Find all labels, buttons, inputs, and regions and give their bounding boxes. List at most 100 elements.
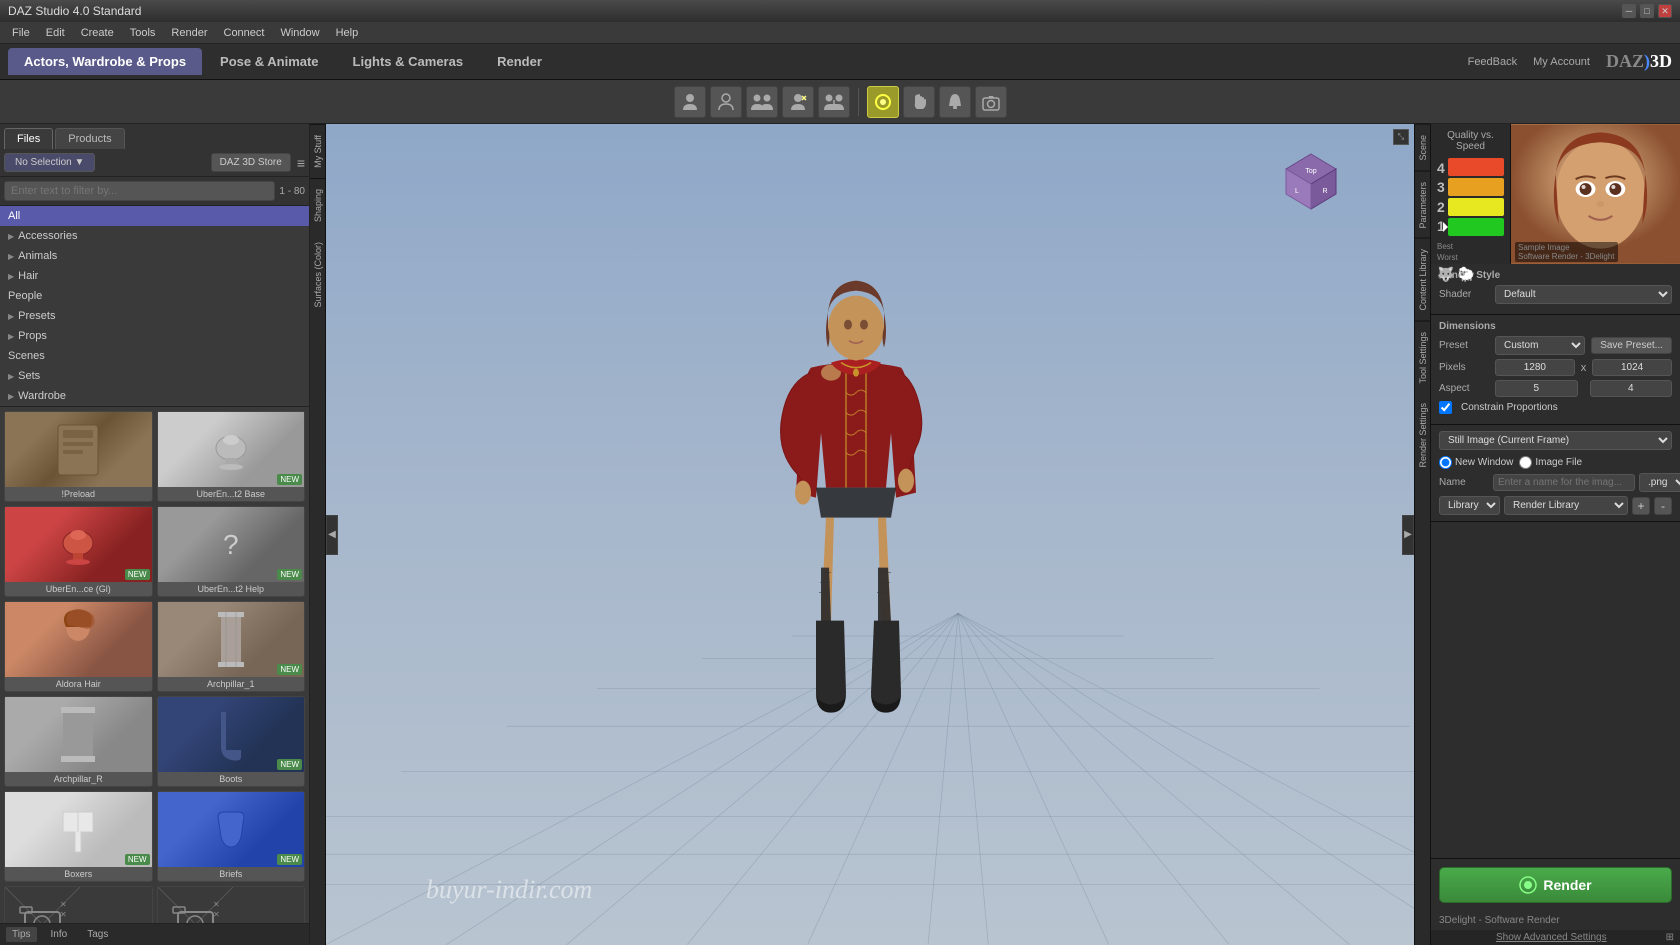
side-tab-tool-settings[interactable]: Tool Settings <box>1415 321 1430 394</box>
menu-tools[interactable]: Tools <box>122 25 164 41</box>
shader-label: Shader <box>1439 289 1489 300</box>
expand-icon[interactable]: ⊞ <box>1666 932 1674 943</box>
file-item-camera2[interactable]: ✕ ✕ NEW Camera2 <box>157 886 306 923</box>
file-item-uberce[interactable]: NEW UberEn...ce (Gl) <box>4 506 153 597</box>
file-item-camera1[interactable]: ✕ ✕ NEW Camera1 <box>4 886 153 923</box>
shaping-tab-shaping[interactable]: Shaping <box>310 178 325 232</box>
toolbar-camera-btn[interactable] <box>975 86 1007 118</box>
svg-text:✕: ✕ <box>60 900 67 909</box>
toolbar-btn-2[interactable] <box>746 86 778 118</box>
viewport-cube[interactable]: Top R L <box>1279 149 1344 217</box>
category-hair[interactable]: ▶ Hair <box>0 266 309 286</box>
file-item-briefs[interactable]: NEW Briefs <box>157 791 306 882</box>
file-label-boots: Boots <box>158 772 305 786</box>
selection-dropdown[interactable]: No Selection ▼ <box>4 153 95 172</box>
category-sets[interactable]: ▶ Sets <box>0 366 309 386</box>
category-props[interactable]: ▶ Props <box>0 326 309 346</box>
tab-products[interactable]: Products <box>55 128 124 149</box>
file-item-boots[interactable]: NEW Boots <box>157 696 306 787</box>
aspect-height-input[interactable]: 4 <box>1590 380 1673 397</box>
tab-tags[interactable]: Tags <box>81 927 114 942</box>
side-tab-parameters[interactable]: Parameters <box>1415 171 1430 239</box>
file-item-boxers[interactable]: NEW Boxers <box>4 791 153 882</box>
add-library-button[interactable]: + <box>1632 497 1650 515</box>
props-arrow: ▶ <box>8 332 14 341</box>
image-file-radio[interactable] <box>1519 456 1532 469</box>
my-account-link[interactable]: My Account <box>1533 56 1590 68</box>
toolbar-btn-1[interactable] <box>710 86 742 118</box>
x-separator: x <box>1581 362 1587 374</box>
tab-files[interactable]: Files <box>4 128 53 149</box>
more-options-icon[interactable]: ≡ <box>297 155 305 171</box>
svg-text:L: L <box>1295 188 1299 195</box>
tab-info[interactable]: Info <box>45 927 74 942</box>
viewport-collapse-right[interactable]: ▶ <box>1402 515 1414 555</box>
menu-window[interactable]: Window <box>272 25 327 41</box>
tab-actors[interactable]: Actors, Wardrobe & Props <box>8 48 202 75</box>
file-item-archpillarr[interactable]: Archpillar_R <box>4 696 153 787</box>
toolbar-btn-0[interactable] <box>674 86 706 118</box>
filter-input[interactable] <box>4 181 275 201</box>
file-item-archpillar1[interactable]: NEW Archpillar_1 <box>157 601 306 692</box>
new-window-radio-option[interactable]: New Window <box>1439 456 1513 469</box>
constrain-checkbox[interactable] <box>1439 401 1452 414</box>
format-select[interactable]: .png .jpg .tiff <box>1639 473 1680 492</box>
tab-tips[interactable]: Tips <box>6 927 37 942</box>
preset-select[interactable]: Custom 1280x1024 1920x1080 <box>1495 336 1585 355</box>
save-preset-button[interactable]: Save Preset... <box>1591 337 1672 354</box>
close-button[interactable]: ✕ <box>1658 4 1672 18</box>
toolbar-btn-4[interactable] <box>818 86 850 118</box>
show-advanced-link[interactable]: Show Advanced Settings <box>1496 932 1607 943</box>
category-accessories[interactable]: ▶ Accessories <box>0 226 309 246</box>
toolbar-hand-btn[interactable] <box>903 86 935 118</box>
tab-pose[interactable]: Pose & Animate <box>204 48 335 75</box>
viewport-expand[interactable]: ⤡ <box>1393 129 1409 145</box>
file-item-preload[interactable]: !Preload <box>4 411 153 502</box>
viewport[interactable]: buyur-indir.com Top R L ◀ ▶ <box>326 124 1414 945</box>
viewport-collapse-left[interactable]: ◀ <box>326 515 338 555</box>
shader-select[interactable]: Default <box>1495 285 1672 304</box>
toolbar-btn-3[interactable] <box>782 86 814 118</box>
side-tab-scene[interactable]: Scene <box>1415 124 1430 171</box>
menu-render[interactable]: Render <box>163 25 215 41</box>
library-select[interactable]: Library <box>1439 496 1500 515</box>
remove-library-button[interactable]: - <box>1654 497 1672 515</box>
category-presets[interactable]: ▶ Presets <box>0 306 309 326</box>
menu-help[interactable]: Help <box>328 25 367 41</box>
render-library-select[interactable]: Render Library <box>1504 496 1628 515</box>
tab-lights[interactable]: Lights & Cameras <box>337 48 480 75</box>
shaping-tab-mystuff[interactable]: My Stuff <box>310 124 325 178</box>
file-item-uberhelp[interactable]: ? NEW UberEn...t2 Help <box>157 506 306 597</box>
toolbar-active-btn[interactable] <box>867 86 899 118</box>
menu-edit[interactable]: Edit <box>38 25 73 41</box>
side-tab-content-library[interactable]: Content Library <box>1415 238 1430 321</box>
category-animals[interactable]: ▶ Animals <box>0 246 309 266</box>
file-item-aldora[interactable]: Aldora Hair <box>4 601 153 692</box>
maximize-button[interactable]: □ <box>1640 4 1654 18</box>
name-input[interactable] <box>1493 474 1635 491</box>
pixel-width-input[interactable]: 1280 <box>1495 359 1575 376</box>
sample-image-label: Sample Image <box>1518 243 1615 252</box>
new-window-radio[interactable] <box>1439 456 1452 469</box>
tab-render[interactable]: Render <box>481 48 558 75</box>
menu-file[interactable]: File <box>4 25 38 41</box>
toolbar-bell-btn[interactable] <box>939 86 971 118</box>
minimize-button[interactable]: ─ <box>1622 4 1636 18</box>
shaping-tab-surfaces[interactable]: Surfaces (Color) <box>310 232 325 318</box>
category-wardrobe[interactable]: ▶ Wardrobe <box>0 386 309 406</box>
render-to-select[interactable]: Still Image (Current Frame) Animation <box>1439 431 1672 450</box>
feedback-link[interactable]: FeedBack <box>1468 56 1518 68</box>
pixel-height-input[interactable]: 1024 <box>1592 359 1672 376</box>
render-button[interactable]: Render <box>1439 867 1672 903</box>
store-button[interactable]: DAZ 3D Store <box>211 153 291 172</box>
file-item-uberbase[interactable]: NEW UberEn...t2 Base <box>157 411 306 502</box>
menu-connect[interactable]: Connect <box>216 25 273 41</box>
menu-create[interactable]: Create <box>73 25 122 41</box>
category-all[interactable]: All <box>0 206 309 226</box>
image-file-radio-option[interactable]: Image File <box>1519 456 1582 469</box>
category-scenes[interactable]: Scenes <box>0 346 309 366</box>
category-props-label: Props <box>18 330 47 342</box>
aspect-width-input[interactable]: 5 <box>1495 380 1578 397</box>
side-tab-render-settings[interactable]: Render Settings <box>1415 393 1430 478</box>
category-people[interactable]: People <box>0 286 309 306</box>
